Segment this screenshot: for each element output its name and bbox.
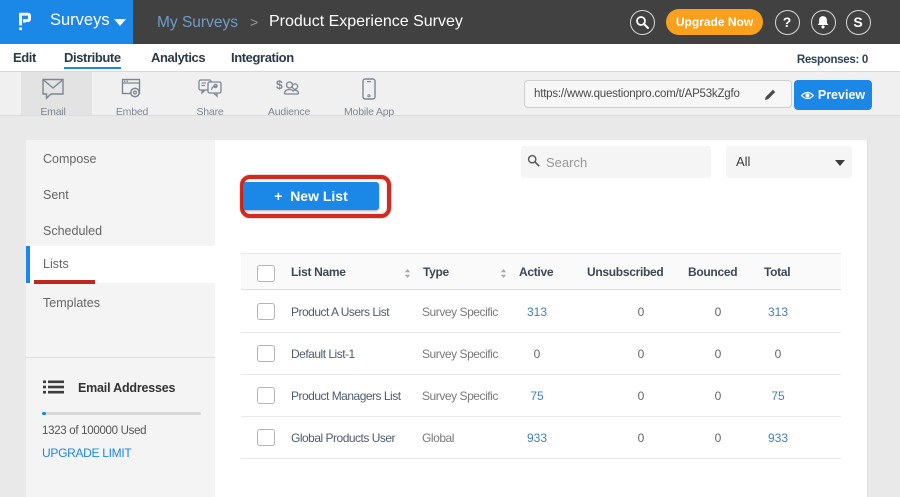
svg-text:$: $ xyxy=(276,78,283,92)
